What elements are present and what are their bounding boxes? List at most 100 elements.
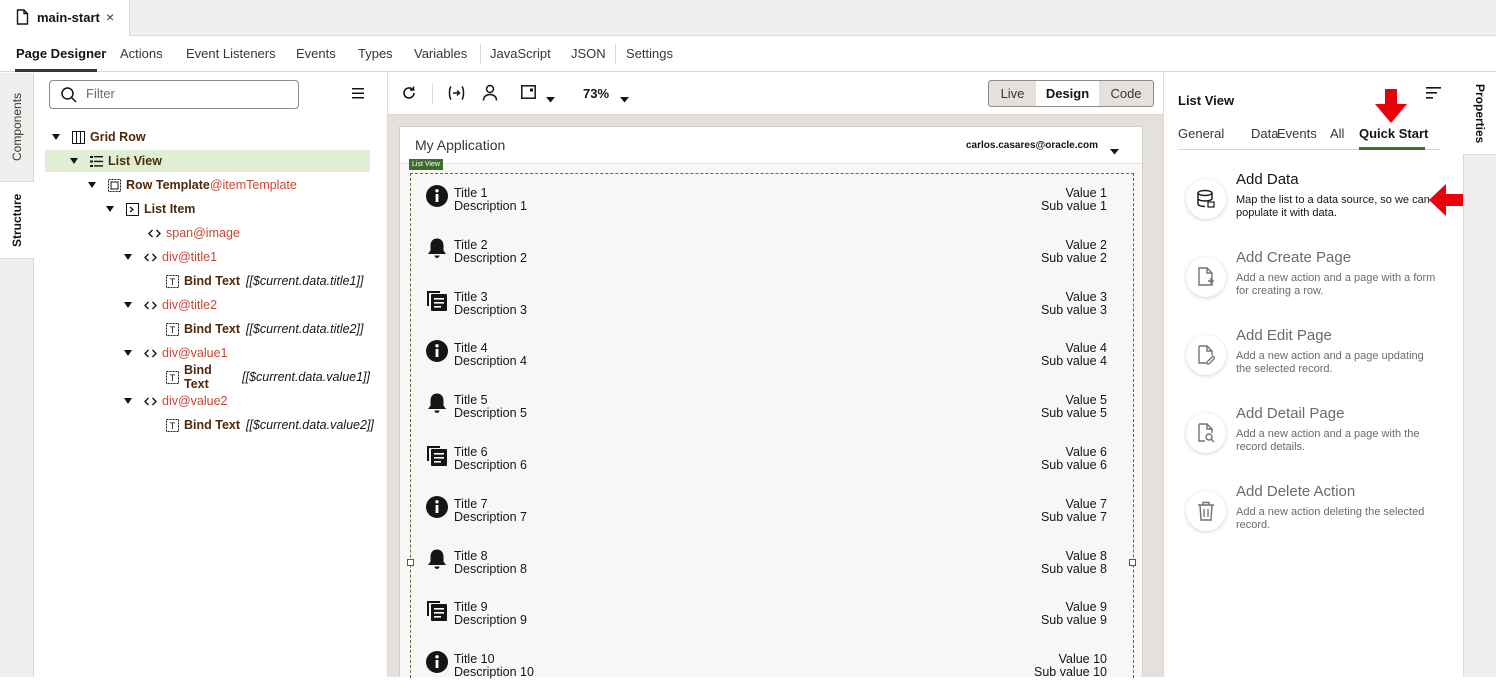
tree-node-span-image[interactable]: span @image xyxy=(148,222,370,244)
tab-page-designer[interactable]: Page Designer xyxy=(16,46,106,61)
right-rail: Properties xyxy=(1463,73,1496,677)
zoom-level[interactable]: 73% xyxy=(583,86,609,101)
quick-start-title: Add Data xyxy=(1236,171,1299,188)
chevron-down-icon[interactable] xyxy=(620,91,629,106)
database-icon xyxy=(1186,179,1226,219)
tab-event-listeners[interactable]: Event Listeners xyxy=(186,46,276,61)
expand-caret-icon[interactable] xyxy=(70,158,78,164)
tree-attr: @itemTemplate xyxy=(209,178,297,192)
expand-caret-icon[interactable] xyxy=(88,182,96,188)
tree-node-bind-text-value1[interactable]: T Bind Text [[$current.data.value1]] xyxy=(166,363,370,391)
chevron-down-icon[interactable] xyxy=(546,91,555,106)
tree-node-grid-row[interactable]: Grid Row xyxy=(52,126,370,148)
list-item[interactable]: Title 7 Description 7 Value 7 Sub value 7 xyxy=(411,485,1121,537)
tree-node-div-title1[interactable]: div @title1 xyxy=(124,246,370,268)
user-icon[interactable] xyxy=(482,84,498,104)
filter-field[interactable] xyxy=(49,80,299,109)
mode-live-button[interactable]: Live xyxy=(988,80,1037,107)
file-tab-main-start[interactable]: main-start × xyxy=(0,0,130,37)
svg-text:T: T xyxy=(169,278,176,288)
tab-types[interactable]: Types xyxy=(358,46,393,61)
tab-all[interactable]: All xyxy=(1330,126,1344,141)
resize-handle[interactable] xyxy=(1129,559,1136,566)
rail-tab-structure[interactable]: Structure xyxy=(0,181,34,259)
tab-variables[interactable]: Variables xyxy=(414,46,467,61)
file-tab-label: main-start xyxy=(37,10,100,25)
item-sub-value: Sub value 2 xyxy=(1040,250,1107,265)
tree-attr: @value2 xyxy=(177,394,228,408)
item-title: Title 4 xyxy=(454,341,488,356)
item-value: Value 2 xyxy=(1065,237,1107,252)
menu-icon[interactable] xyxy=(352,87,364,102)
expand-caret-icon[interactable] xyxy=(124,350,132,356)
tab-events[interactable]: Events xyxy=(296,46,336,61)
refresh-icon[interactable] xyxy=(401,85,417,104)
expand-caret-icon[interactable] xyxy=(124,254,132,260)
expand-caret-icon[interactable] xyxy=(106,206,114,212)
tree-node-div-value2[interactable]: div @value2 xyxy=(124,390,370,412)
tree-label: List Item xyxy=(144,202,196,216)
tree-node-row-template[interactable]: Row Template @itemTemplate xyxy=(88,174,370,196)
tab-javascript[interactable]: JavaScript xyxy=(490,46,551,61)
list-item[interactable]: Title 6 Description 6 Value 6 Sub value 6 xyxy=(411,433,1121,485)
item-description: Description 2 xyxy=(454,250,527,265)
expand-caret-icon[interactable] xyxy=(124,398,132,404)
list-item[interactable]: Title 2 Description 2 Value 2 Sub value 2 xyxy=(411,226,1121,278)
item-title: Title 7 xyxy=(454,496,488,511)
tree-node-div-title2[interactable]: div @title2 xyxy=(124,294,370,316)
list-item[interactable]: Title 10 Description 10 Value 10 Sub value … xyxy=(411,640,1121,692)
tab-settings[interactable]: Settings xyxy=(626,46,673,61)
bind-text-icon: T xyxy=(166,274,179,288)
properties-title: List View xyxy=(1178,93,1235,108)
chevron-down-icon[interactable] xyxy=(1110,143,1119,158)
mode-code-button[interactable]: Code xyxy=(1099,80,1154,107)
user-email[interactable]: carlos.casares@oracle.com xyxy=(966,140,1098,151)
item-value: Value 8 xyxy=(1065,548,1107,563)
tree-label: Grid Row xyxy=(90,130,146,144)
tab-actions[interactable]: Actions xyxy=(120,46,163,61)
list-view-badge: List View xyxy=(409,159,443,170)
close-icon[interactable]: × xyxy=(106,9,114,25)
tab-json[interactable]: JSON xyxy=(571,46,606,61)
filter-input[interactable] xyxy=(86,86,286,101)
tree-bind-expression: [[$current.data.title2]] xyxy=(246,322,364,336)
list-item[interactable]: Title 3 Description 3 Value 3 Sub value 3 xyxy=(411,278,1121,330)
tree-node-bind-text-title1[interactable]: T Bind Text [[$current.data.title1]] xyxy=(166,270,370,292)
list-item[interactable]: Title 5 Description 5 Value 5 Sub value 5 xyxy=(411,381,1121,433)
code-icon xyxy=(144,299,157,312)
expand-caret-icon[interactable] xyxy=(124,302,132,308)
tree-node-list-view[interactable]: List View xyxy=(45,150,370,172)
rail-tab-components[interactable]: Components xyxy=(0,73,34,181)
active-tab-indicator xyxy=(1359,147,1425,150)
toolbar-divider xyxy=(432,83,433,104)
tree-node-bind-text-value2[interactable]: T Bind Text [[$current.data.value2]] xyxy=(166,414,376,436)
list-item[interactable]: Title 1 Description 1 Value 1 Sub value 1 xyxy=(411,174,1121,226)
variables-icon[interactable] xyxy=(447,85,466,104)
file-tab-bar: main-start × xyxy=(0,0,1496,37)
item-description: Description 1 xyxy=(454,199,527,213)
list-item[interactable]: Title 8 Description 8 Value 8 Sub value 8 xyxy=(411,537,1121,589)
tree-node-bind-text-title2[interactable]: T Bind Text [[$current.data.title2]] xyxy=(166,318,370,340)
tab-events[interactable]: Events xyxy=(1277,126,1317,141)
device-frame-icon[interactable] xyxy=(521,85,536,102)
item-description: Description 9 xyxy=(454,613,527,628)
item-sub-value: Sub value 5 xyxy=(1040,406,1107,421)
code-icon xyxy=(144,395,157,408)
tree-label: div xyxy=(162,250,178,264)
tree-node-div-value1[interactable]: div @value1 xyxy=(124,342,370,364)
mode-design-button[interactable]: Design xyxy=(1036,80,1100,107)
tab-quick-start[interactable]: Quick Start xyxy=(1359,126,1428,141)
tree-attr: @title2 xyxy=(177,298,218,312)
item-description: Description 4 xyxy=(454,354,527,369)
tab-general[interactable]: General xyxy=(1178,126,1224,141)
list-item[interactable]: Title 4 Description 4 Value 4 Sub value 4 xyxy=(411,329,1121,381)
quick-start-title: Add Create Page xyxy=(1236,249,1352,266)
annotation-arrow-down-icon xyxy=(1375,89,1407,126)
tree-node-list-item[interactable]: List Item xyxy=(106,198,370,220)
menu-icon[interactable] xyxy=(1426,87,1441,102)
list-view-selection[interactable]: List View Title 1 Description 1 Value 1 Sub… xyxy=(407,159,1136,679)
list-item[interactable]: Title 9 Description 9 Value 9 Sub value 9 xyxy=(411,588,1121,640)
expand-caret-icon[interactable] xyxy=(52,134,60,140)
rail-tab-properties[interactable]: Properties xyxy=(1463,73,1496,155)
tab-data[interactable]: Data xyxy=(1251,126,1278,141)
